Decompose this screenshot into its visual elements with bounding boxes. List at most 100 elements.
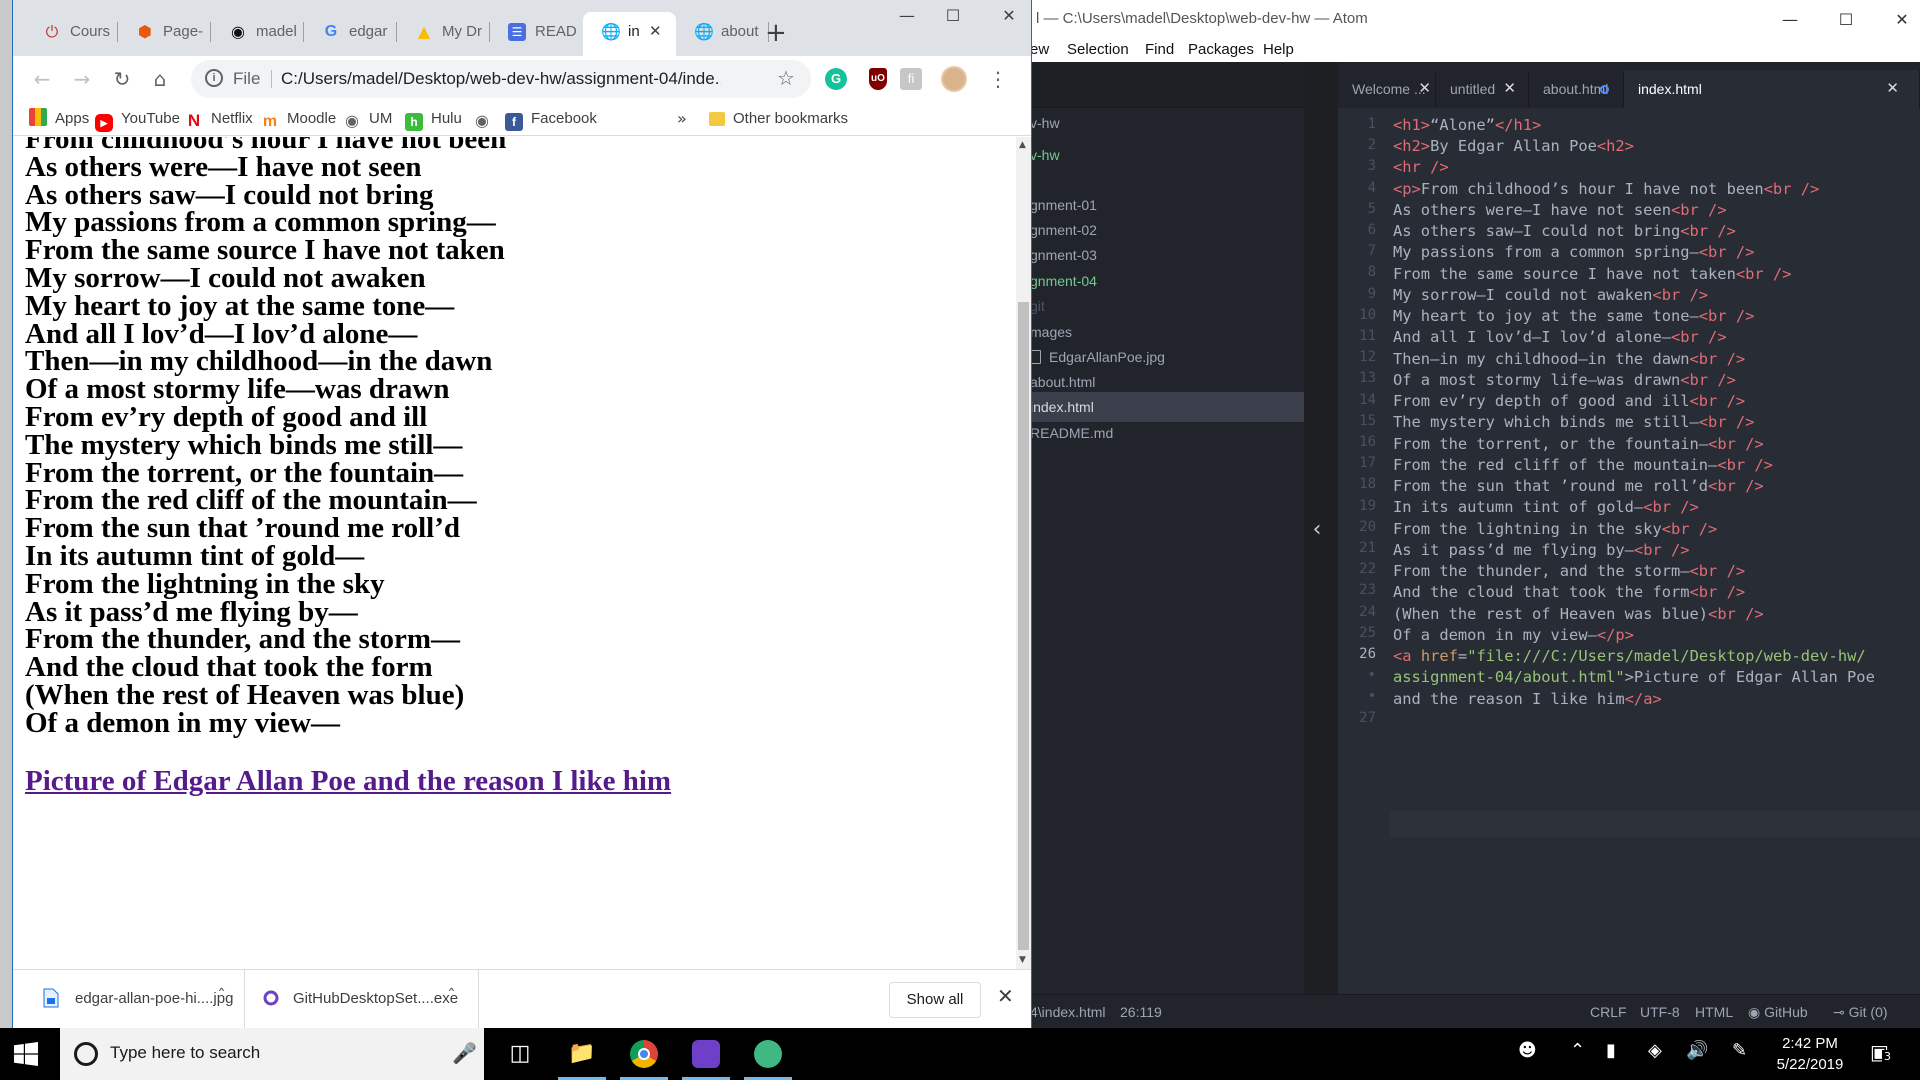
new-tab-plus-icon[interactable]: +: [765, 18, 787, 48]
microphone-icon[interactable]: 🎤: [452, 1041, 477, 1065]
close-tab-icon[interactable]: ✕: [1418, 70, 1431, 108]
atom-taskbar-icon[interactable]: [740, 1034, 796, 1080]
pen-ink-icon[interactable]: ✎: [1732, 1040, 1747, 1061]
address-bar[interactable]: i File C:/Users/madel/Desktop/web-dev-hw…: [191, 60, 811, 98]
chrome-tab-github-madel[interactable]: ◉ madel: [211, 14, 304, 50]
github-desktop-taskbar-icon[interactable]: [678, 1034, 734, 1080]
tab-title: My Dr: [442, 23, 482, 40]
atom-maximize-button[interactable]: ☐: [1818, 0, 1874, 38]
tree-view-header: [1030, 62, 1304, 108]
scrollbar-thumb[interactable]: [1018, 302, 1029, 950]
line-number-gutter: 1 2 3 4 5 6 7 8 9 10 11 12 13 14 15 16 17 18 19 20 21 22 23 24 2…: [1338, 108, 1390, 994]
people-icon[interactable]: ☻: [1518, 1040, 1537, 1061]
chrome-tab-about[interactable]: 🌐 about: [676, 14, 769, 50]
bookmark-moodle[interactable]: m Moodle: [261, 108, 336, 130]
forward-arrow-icon[interactable]: →: [67, 64, 97, 94]
bookmark-globe[interactable]: ◉: [473, 108, 499, 130]
bookmark-youtube[interactable]: ▶ YouTube: [95, 108, 180, 132]
profile-avatar[interactable]: [941, 66, 967, 92]
show-all-downloads-button[interactable]: Show all: [889, 982, 981, 1018]
scroll-down-arrow-icon[interactable]: ▼: [1019, 955, 1026, 965]
tree-item-project-root[interactable]: v-hw: [1030, 108, 1304, 138]
extension-icon[interactable]: fi: [900, 68, 922, 90]
bookmark-netflix[interactable]: N Netflix: [185, 108, 253, 130]
download-filename: GitHubDesktopSet....exe: [293, 990, 459, 1007]
close-downloads-bar-icon[interactable]: ✕: [997, 984, 1014, 1008]
code-editor[interactable]: 1 2 3 4 5 6 7 8 9 10 11 12 13 14 15 16 17 18 19 20 21 22 23 24 2…: [1338, 108, 1920, 994]
cursor-line-highlight: [1390, 811, 1920, 837]
file-explorer-icon[interactable]: 📁: [554, 1034, 610, 1080]
atom-tab-about-html[interactable]: about.html: [1529, 70, 1624, 108]
tab-title: madel: [256, 23, 297, 40]
status-line-ending[interactable]: CRLF: [1590, 1004, 1627, 1020]
show-hidden-icons-chevron-icon[interactable]: ⌃: [1570, 1040, 1585, 1061]
tree-item-readme[interactable]: README.md: [1030, 418, 1304, 448]
status-cursor-position[interactable]: 26:119: [1120, 1004, 1162, 1020]
tab-label: Welcome ...: [1352, 81, 1426, 97]
address-url[interactable]: C:/Users/madel/Desktop/web-dev-hw/assign…: [281, 69, 721, 89]
bookmark-um[interactable]: ◉ UM: [343, 108, 392, 130]
chrome-maximize-button[interactable]: ☐: [925, 0, 981, 34]
atom-titlebar[interactable]: l — C:\Users\madel\Desktop\web-dev-hw — …: [1030, 0, 1920, 38]
atom-tab-index-html[interactable]: index.html ✕: [1624, 70, 1920, 108]
atom-tab-untitled[interactable]: untitled ✕: [1436, 70, 1529, 108]
menu-packages[interactable]: Packages: [1188, 41, 1254, 58]
chrome-tab-courses[interactable]: ⏻ Cours: [25, 14, 118, 50]
status-git[interactable]: ⊸ Git (0): [1833, 1004, 1888, 1021]
atom-close-button[interactable]: ✕: [1874, 0, 1920, 38]
code-line: From ev’ry depth of good and ill<br />: [1393, 392, 1746, 410]
battery-icon[interactable]: ▮: [1606, 1040, 1616, 1061]
taskbar-search-box[interactable]: Type here to search 🎤: [60, 1028, 484, 1080]
home-icon[interactable]: ⌂: [145, 64, 175, 94]
line-number: 17: [1359, 455, 1376, 472]
close-tab-icon[interactable]: ✕: [649, 22, 662, 40]
info-icon[interactable]: i: [205, 69, 223, 87]
download-item-jpg[interactable]: edgar-allan-poe-hi....jpg ˆ: [13, 970, 245, 1028]
collapse-tree-chevron-icon[interactable]: ‹: [1304, 510, 1330, 550]
about-page-link[interactable]: Picture of Edgar Allan Poe and the reaso…: [25, 765, 671, 798]
status-grammar[interactable]: HTML: [1695, 1004, 1733, 1020]
close-tab-icon[interactable]: ✕: [1503, 70, 1516, 108]
chrome-tab-google-edgar[interactable]: G edgar: [304, 14, 397, 50]
bookmark-apps[interactable]: Apps: [29, 108, 89, 130]
git-commit-icon: ⊸: [1833, 1005, 1845, 1021]
bookmark-star-icon[interactable]: ☆: [777, 66, 795, 90]
taskbar-clock[interactable]: 2:42 PM 5/22/2019: [1750, 1033, 1870, 1075]
page-scrollbar[interactable]: ▲ ▼: [1016, 137, 1031, 969]
menu-kebab-icon[interactable]: ⋮: [983, 64, 1013, 94]
bookmark-hulu[interactable]: h Hulu: [405, 108, 462, 131]
status-github[interactable]: ◉ GitHub: [1748, 1004, 1808, 1021]
chrome-taskbar-icon[interactable]: [616, 1034, 672, 1080]
back-arrow-icon[interactable]: ←: [27, 64, 57, 94]
bookmark-other[interactable]: Other bookmarks: [709, 108, 848, 130]
bookmark-facebook[interactable]: f Facebook: [505, 108, 597, 131]
tree-item-project-folder[interactable]: v-hw: [1030, 140, 1304, 170]
chrome-close-button[interactable]: ✕: [981, 0, 1037, 34]
menu-help[interactable]: Help: [1263, 41, 1294, 58]
status-file-path[interactable]: 4\index.html: [1030, 1004, 1105, 1020]
chrome-tab-page[interactable]: ⬢ Page-: [118, 14, 211, 50]
menu-selection[interactable]: Selection: [1067, 41, 1129, 58]
menu-view[interactable]: ew: [1030, 41, 1049, 58]
reload-icon[interactable]: ↻: [107, 64, 137, 94]
code-line: My sorrow—I could not awaken<br />: [1393, 286, 1709, 304]
windows-start-icon[interactable]: [14, 1042, 38, 1066]
ublock-extension-icon[interactable]: uO: [869, 68, 887, 90]
volume-icon[interactable]: 🔊: [1686, 1040, 1708, 1061]
wifi-icon[interactable]: ◈: [1648, 1040, 1662, 1061]
chevron-up-icon[interactable]: ˆ: [447, 986, 456, 1007]
close-tab-icon[interactable]: ✕: [1886, 70, 1899, 108]
atom-minimize-button[interactable]: —: [1762, 0, 1818, 38]
more-bookmarks-chevron-icon[interactable]: »: [677, 108, 687, 130]
grammarly-extension-icon[interactable]: G: [825, 68, 847, 90]
atom-tab-welcome[interactable]: Welcome ... ✕: [1338, 70, 1436, 108]
chevron-up-icon[interactable]: ˆ: [217, 986, 226, 1007]
download-item-exe[interactable]: GitHubDesktopSet....exe ˆ: [245, 970, 479, 1028]
menu-find[interactable]: Find: [1145, 41, 1174, 58]
action-center-icon[interactable]: ▣ 3: [1870, 1040, 1893, 1064]
task-view-icon[interactable]: ◫: [492, 1034, 548, 1080]
chrome-tab-my-drive[interactable]: ▲ My Dr: [397, 14, 490, 50]
status-encoding[interactable]: UTF-8: [1640, 1004, 1680, 1020]
chrome-tab-readme[interactable]: ☰ READI: [490, 14, 583, 50]
scroll-up-arrow-icon[interactable]: ▲: [1019, 140, 1026, 150]
